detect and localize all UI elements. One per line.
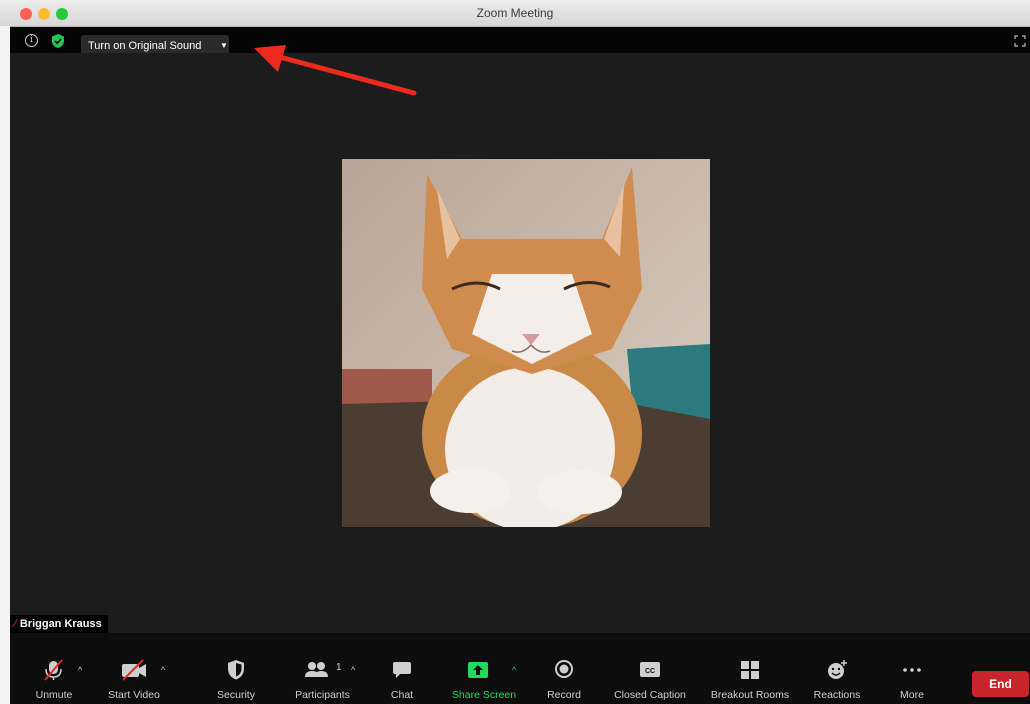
window-edge [0,26,10,704]
audio-options-caret[interactable]: ^ [78,665,82,675]
breakout-rooms-label: Breakout Rooms [710,689,790,701]
meeting-topbar: i Turn on Original Sound ▼ [10,27,1030,57]
meeting-controls-toolbar: ^ Unmute ^ Start Video Security 1 ^ Part… [10,633,1030,704]
breakout-rooms-button[interactable]: Breakout Rooms [703,633,797,704]
breakout-rooms-icon [730,659,770,681]
start-video-button[interactable]: ^ Start Video [100,633,168,704]
closed-caption-icon: CC [630,659,670,681]
muted-mic-icon: ⁄ [14,618,16,630]
closed-caption-button[interactable]: CC Closed Caption [605,633,695,704]
original-sound-label: Turn on Original Sound [88,40,202,52]
more-label: More [900,689,924,701]
reactions-icon [817,659,857,681]
video-options-caret[interactable]: ^ [161,665,165,675]
record-button[interactable]: Record [539,633,589,704]
participant-video [342,159,710,527]
share-screen-label: Share Screen [451,689,517,701]
info-icon[interactable]: i [25,34,38,47]
svg-text:CC: CC [645,668,655,675]
window-titlebar: Zoom Meeting [0,0,1030,27]
record-label: Record [547,689,581,701]
security-button[interactable]: Security [206,633,266,704]
end-meeting-button[interactable]: End [972,671,1029,697]
chat-icon [382,659,422,681]
security-shield-icon [216,659,256,681]
participants-icon [297,659,337,681]
participants-count: 1 [336,662,342,673]
more-button[interactable]: More [890,633,934,704]
chat-label: Chat [390,689,414,701]
participants-button[interactable]: 1 ^ Participants [285,633,360,704]
participant-name: Briggan Krauss [19,618,102,630]
chat-button[interactable]: Chat [382,633,422,704]
fullscreen-icon[interactable] [1014,34,1026,47]
reactions-button[interactable]: Reactions [807,633,867,704]
share-options-caret[interactable]: ^ [512,665,516,675]
participant-name-tag: ⁄ Briggan Krauss [10,615,108,633]
participants-options-caret[interactable]: ^ [351,665,355,675]
unmute-label: Unmute [35,689,73,701]
more-icon [892,659,932,681]
shield-check-icon[interactable] [49,33,67,49]
unmute-button[interactable]: ^ Unmute [24,633,84,704]
record-icon [544,659,584,681]
share-screen-icon [458,659,498,681]
microphone-muted-icon [34,659,74,681]
start-video-label: Start Video [108,689,160,701]
closed-caption-label: Closed Caption [614,689,686,701]
window-title: Zoom Meeting [476,6,554,20]
security-label: Security [217,689,255,701]
reactions-label: Reactions [813,689,861,701]
share-screen-button[interactable]: ^ Share Screen [444,633,524,704]
participants-label: Participants [295,689,350,701]
video-off-icon [114,659,154,681]
